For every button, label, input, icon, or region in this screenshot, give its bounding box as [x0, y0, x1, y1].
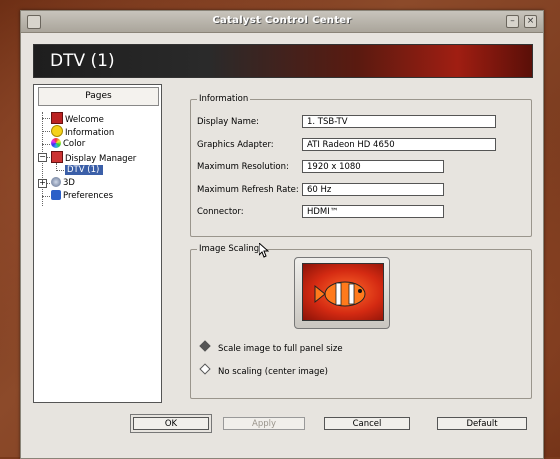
tree-item-color[interactable]: Color [51, 138, 85, 150]
ok-button[interactable]: OK [130, 414, 212, 433]
tree-item-label: Information [65, 128, 115, 138]
tree-item-label: DTV (1) [65, 165, 104, 175]
page-banner: DTV (1) [33, 44, 533, 78]
no-scaling-label: No scaling (center image) [218, 367, 328, 377]
preferences-icon [51, 190, 61, 200]
connector-field: HDMI™ [302, 205, 444, 218]
max-resolution-label: Maximum Resolution: [197, 162, 289, 172]
graphics-adapter-label: Graphics Adapter: [197, 140, 274, 150]
3d-icon [51, 177, 61, 187]
graphics-adapter-field: ATI Radeon HD 4650 [302, 138, 496, 151]
tree-item-welcome[interactable]: Welcome [51, 112, 104, 125]
default-button[interactable]: Default [437, 417, 527, 430]
page-title: DTV (1) [50, 51, 115, 71]
pages-panel: Pages − + Welcome Information Color Disp… [33, 84, 162, 403]
ccc-window: Catalyst Control Center – × DTV (1) Page… [20, 10, 544, 459]
tree-line [42, 118, 50, 119]
tree-item-preferences[interactable]: Preferences [51, 190, 113, 202]
tree-item-label: 3D [63, 178, 75, 188]
max-resolution-field: 1920 x 1080 [302, 160, 444, 173]
tree-line [42, 196, 50, 197]
information-legend: Information [197, 94, 251, 104]
scaling-preview-image [302, 263, 384, 321]
connector-label: Connector: [197, 207, 244, 217]
title-bar[interactable]: Catalyst Control Center – × [21, 11, 543, 33]
expand-display-manager-icon[interactable]: − [38, 153, 47, 162]
tree-item-information[interactable]: Information [51, 125, 115, 138]
display-manager-icon [51, 151, 63, 163]
color-icon [51, 138, 61, 148]
tree-line [42, 144, 50, 145]
max-refresh-field: 60 Hz [302, 183, 444, 196]
expand-3d-icon[interactable]: + [38, 179, 47, 188]
display-name-label: Display Name: [197, 117, 259, 127]
tree-item-3d[interactable]: 3D [51, 177, 75, 189]
no-scaling-option[interactable]: No scaling (center image) [199, 363, 328, 377]
tree-item-label: Display Manager [65, 154, 137, 164]
scale-full-label: Scale image to full panel size [218, 344, 343, 354]
mouse-cursor-icon [259, 243, 269, 258]
information-icon [51, 125, 63, 137]
clownfish-icon [314, 281, 366, 307]
image-scaling-legend: Image Scaling [197, 244, 262, 254]
scaling-preview-monitor [294, 257, 390, 329]
window-title: Catalyst Control Center [212, 15, 352, 26]
apply-button[interactable]: Apply [223, 417, 305, 430]
tree-item-dtv-1[interactable]: DTV (1) [65, 164, 104, 176]
tree-item-label: Preferences [63, 191, 113, 201]
minimize-icon[interactable]: – [506, 15, 519, 28]
cancel-button[interactable]: Cancel [324, 417, 410, 430]
scale-full-option[interactable]: Scale image to full panel size [199, 340, 343, 354]
display-name-field: 1. TSB-TV [302, 115, 496, 128]
max-refresh-label: Maximum Refresh Rate: [197, 185, 299, 195]
pages-header: Pages [38, 87, 159, 106]
tree-line [56, 170, 64, 171]
scale-full-radio[interactable] [199, 340, 211, 352]
tree-item-label: Color [63, 139, 86, 149]
welcome-icon [51, 112, 63, 124]
no-scaling-radio[interactable] [199, 363, 211, 375]
tree-line [42, 131, 50, 132]
close-icon[interactable]: × [524, 15, 537, 28]
tree-item-display-manager[interactable]: Display Manager [51, 151, 137, 164]
tree-item-label: Welcome [65, 115, 104, 125]
